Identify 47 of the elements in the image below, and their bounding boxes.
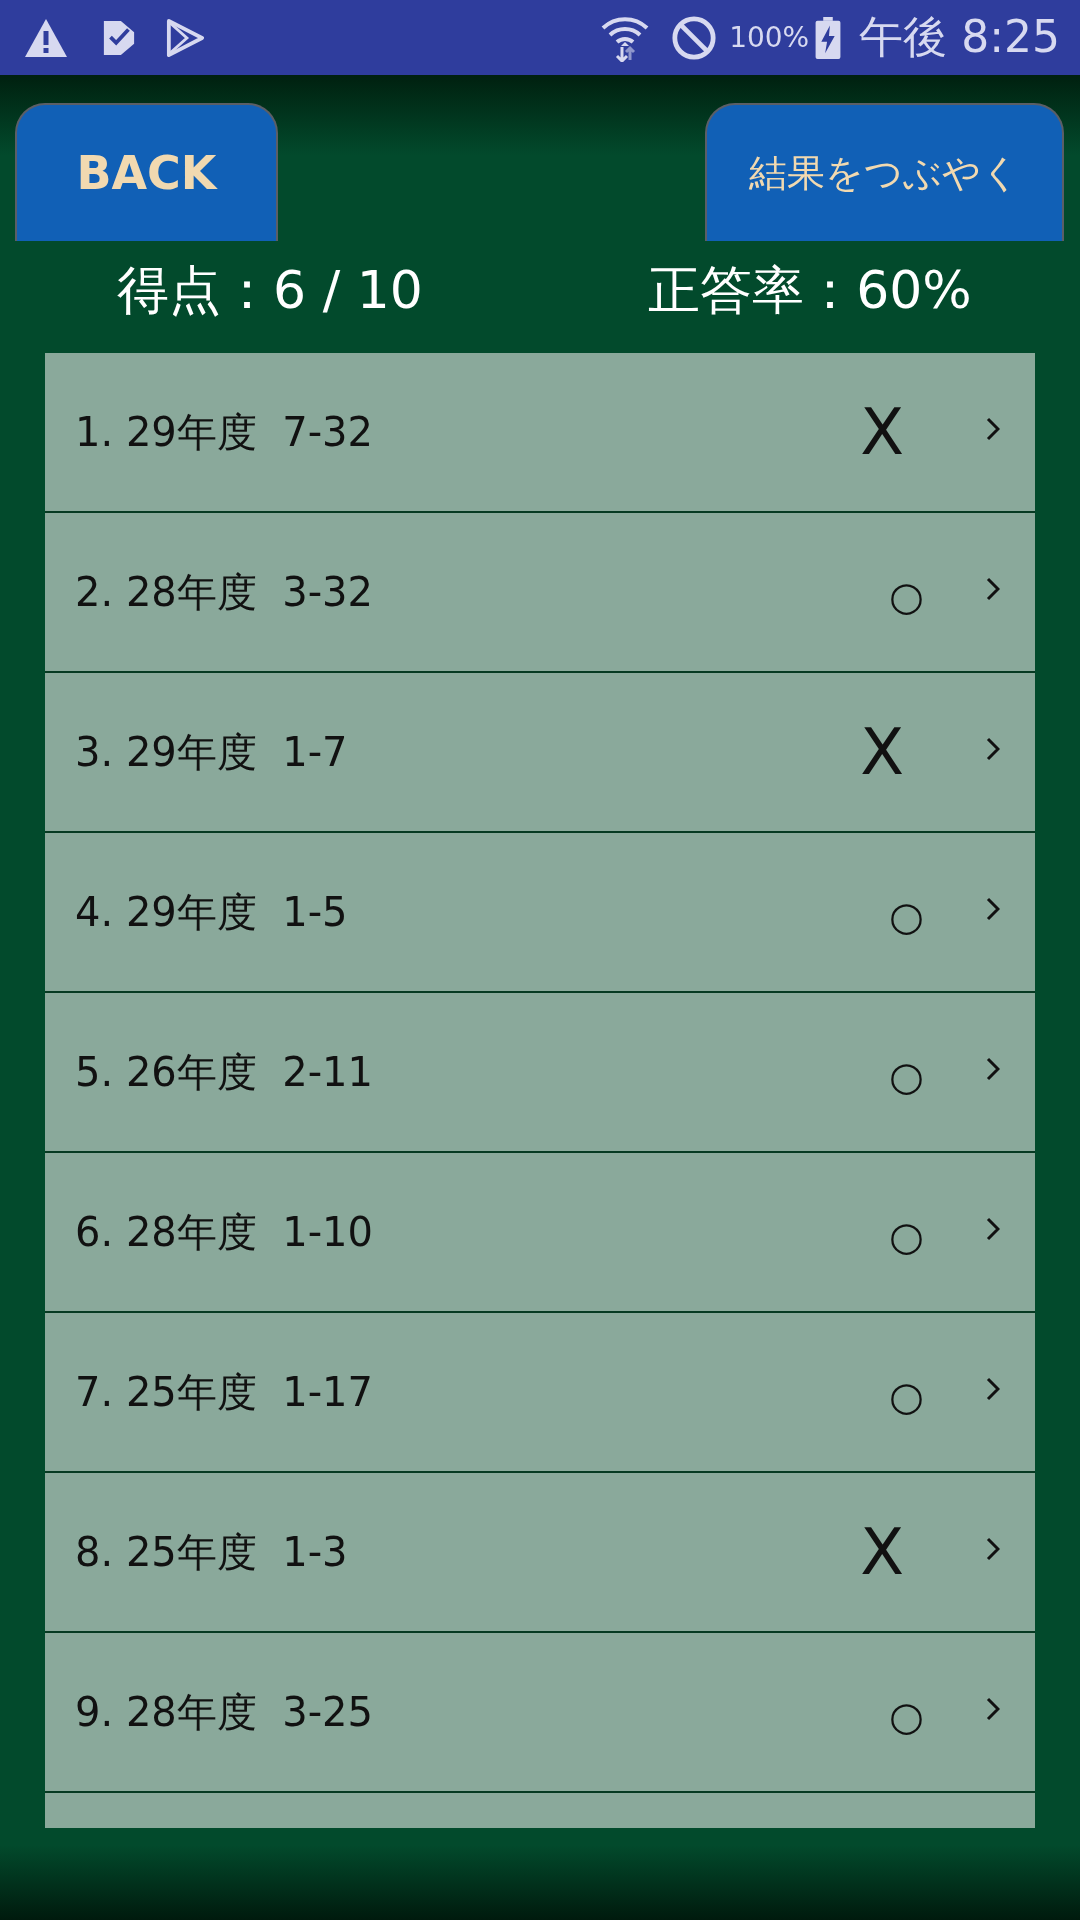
result-mark: ○ <box>889 1213 924 1259</box>
chevron-icon <box>986 737 1000 761</box>
result-mark: ○ <box>889 573 924 619</box>
chevron-icon <box>986 577 1000 601</box>
result-row[interactable]: 5. 26年度 2-11 ○ <box>45 993 1035 1153</box>
question-label: 5. 26年度 2-11 <box>75 1047 374 1097</box>
do-not-disturb-icon <box>671 14 718 61</box>
chevron-icon <box>986 1217 1000 1241</box>
result-mark: X <box>860 715 904 789</box>
result-row[interactable]: 3. 29年度 1-7 X <box>45 673 1035 833</box>
question-label: 1. 29年度 7-32 <box>75 407 374 457</box>
chevron-icon <box>986 1697 1000 1721</box>
chevron-icon <box>986 1537 1000 1561</box>
result-row[interactable]: 7. 25年度 1-17 ○ <box>45 1313 1035 1473</box>
result-mark: ○ <box>889 1373 924 1419</box>
accuracy-text: 正答率：60% <box>648 258 972 322</box>
chevron-icon <box>986 897 1000 921</box>
question-label: 8. 25年度 1-3 <box>75 1527 349 1577</box>
result-row[interactable]: 8. 25年度 1-3 X <box>45 1473 1035 1633</box>
chevron-icon <box>986 1057 1000 1081</box>
result-row[interactable]: 4. 29年度 1-5 ○ <box>45 833 1035 993</box>
question-label: 2. 28年度 3-32 <box>75 567 374 617</box>
result-mark: ○ <box>889 1693 924 1739</box>
post-result-button[interactable]: 結果をつぶやく <box>705 103 1064 241</box>
clock-time: 午後 8:25 <box>859 10 1060 64</box>
result-row[interactable]: 2. 28年度 3-32 ○ <box>45 513 1035 673</box>
question-label: 6. 28年度 1-10 <box>75 1207 374 1257</box>
play-icon <box>166 18 204 57</box>
warning-icon <box>24 17 68 58</box>
check-tag-icon <box>102 18 136 57</box>
chevron-icon <box>986 1377 1000 1401</box>
question-label: 7. 25年度 1-17 <box>75 1367 374 1417</box>
result-mark: ○ <box>889 893 924 939</box>
score-text: 得点：6 / 10 <box>117 258 423 322</box>
question-label: 3. 29年度 1-7 <box>75 727 349 777</box>
battery-percent: 100% <box>729 21 810 54</box>
question-label: 4. 29年度 1-5 <box>75 887 349 937</box>
chevron-icon <box>986 417 1000 441</box>
result-mark: ○ <box>889 1053 924 1099</box>
back-button[interactable]: BACK <box>15 103 278 241</box>
result-mark: X <box>860 1515 904 1589</box>
result-mark: X <box>860 395 904 469</box>
result-row[interactable]: 1. 29年度 7-32 X <box>45 353 1035 513</box>
result-row[interactable]: 6. 28年度 1-10 ○ <box>45 1153 1035 1313</box>
result-row[interactable]: 9. 28年度 3-25 ○ <box>45 1633 1035 1793</box>
question-label: 9. 28年度 3-25 <box>75 1687 374 1737</box>
battery-charging-icon <box>815 16 842 59</box>
